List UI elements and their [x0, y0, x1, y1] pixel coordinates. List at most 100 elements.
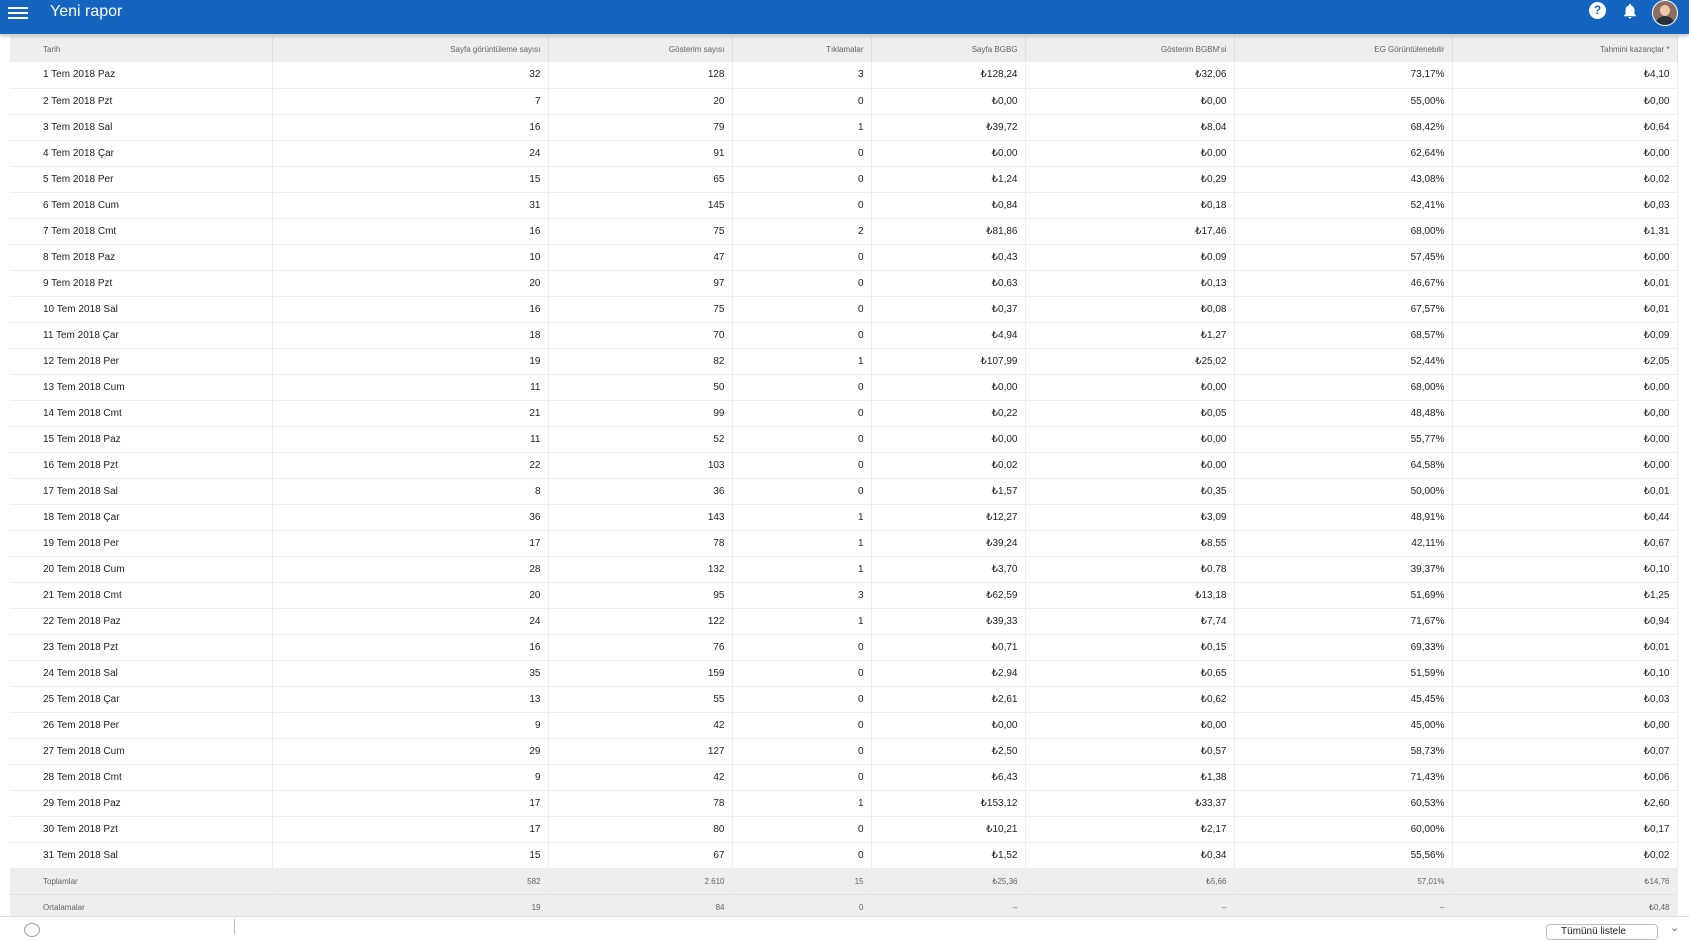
- table-row: 3 Tem 2018 Sal 16 79 1 ₺39,72 ₺8,04 68,42% ₺0,6…: [10, 114, 1678, 140]
- value-cell: ₺8,55: [1025, 530, 1235, 556]
- value-cell: 0: [732, 842, 872, 868]
- column-header[interactable]: Sayfa görüntüleme sayısı: [272, 36, 549, 62]
- value-cell: 22: [272, 452, 549, 478]
- value-cell: 75: [548, 218, 733, 244]
- value-cell: 50: [548, 374, 733, 400]
- value-cell: 36: [548, 478, 733, 504]
- value-cell: 1: [732, 790, 872, 816]
- table-row: 23 Tem 2018 Pzt 16 76 0 ₺0,71 ₺0,15 69,33% ₺0,0…: [10, 634, 1678, 660]
- value-cell: ₺3,70: [871, 556, 1026, 582]
- value-cell: 159: [548, 660, 733, 686]
- value-cell: ₺4,94: [871, 322, 1026, 348]
- value-cell: ₺4,10: [1452, 62, 1678, 88]
- column-header[interactable]: Gösterim BGBM'si: [1025, 36, 1235, 62]
- bell-icon[interactable]: [1621, 1, 1639, 21]
- value-cell: 48,91%: [1234, 504, 1453, 530]
- value-cell: 0: [732, 88, 872, 114]
- value-cell: 127: [548, 738, 733, 764]
- value-cell: ₺13,18: [1025, 582, 1235, 608]
- value-cell: ₺12,27: [871, 504, 1026, 530]
- value-cell: ₺0,01: [1452, 270, 1678, 296]
- value-cell: 19: [272, 348, 549, 374]
- value-cell: 31: [272, 192, 549, 218]
- value-cell: ₺0,94: [1452, 608, 1678, 634]
- value-cell: ₺0,71: [871, 634, 1026, 660]
- totals-cell: ₺25,36: [871, 868, 1026, 894]
- totals-cell: ₺5,66: [1025, 868, 1235, 894]
- date-cell: 30 Tem 2018 Pzt: [10, 816, 273, 842]
- table-row: 28 Tem 2018 Cmt 9 42 0 ₺6,43 ₺1,38 71,43% ₺0,06: [10, 764, 1678, 790]
- table-row: 24 Tem 2018 Sal 35 159 0 ₺2,94 ₺0,65 51,59% ₺0,…: [10, 660, 1678, 686]
- table-row: 29 Tem 2018 Paz 17 78 1 ₺153,12 ₺33,37 60,53% ₺…: [10, 790, 1678, 816]
- value-cell: 55: [548, 686, 733, 712]
- value-cell: ₺0,00: [871, 426, 1026, 452]
- value-cell: 76: [548, 634, 733, 660]
- value-cell: ₺0,03: [1452, 192, 1678, 218]
- column-header[interactable]: Tarih: [10, 36, 273, 62]
- table-row: 12 Tem 2018 Per 19 82 1 ₺107,99 ₺25,02 52,44% ₺…: [10, 348, 1678, 374]
- totals-row: Toplamlar 582 2.610 15 ₺25,36 ₺5,66 57,01% ₺14,…: [10, 868, 1678, 894]
- report-table: Tarih Sayfa görüntüleme sayısı Gösterim sa…: [10, 36, 1678, 921]
- table-row: 25 Tem 2018 Çar 13 55 0 ₺2,61 ₺0,62 45,45% ₺0,0…: [10, 686, 1678, 712]
- value-cell: 45,00%: [1234, 712, 1453, 738]
- value-cell: ₺0,06: [1452, 764, 1678, 790]
- totals-cell: 57,01%: [1234, 868, 1453, 894]
- totals-cell: ₺14,76: [1452, 868, 1678, 894]
- value-cell: 65: [548, 166, 733, 192]
- value-cell: 46,67%: [1234, 270, 1453, 296]
- value-cell: 57,45%: [1234, 244, 1453, 270]
- value-cell: 17: [272, 790, 549, 816]
- value-cell: 78: [548, 530, 733, 556]
- value-cell: 69,33%: [1234, 634, 1453, 660]
- column-header[interactable]: EG Görüntülenebilir: [1234, 36, 1453, 62]
- value-cell: ₺6,43: [871, 764, 1026, 790]
- avatar-shirt: [1655, 16, 1675, 25]
- table-row: 27 Tem 2018 Cum 29 127 0 ₺2,50 ₺0,57 58,73% ₺0,…: [10, 738, 1678, 764]
- value-cell: ₺1,25: [1452, 582, 1678, 608]
- value-cell: 16: [272, 114, 549, 140]
- value-cell: ₺0,01: [1452, 478, 1678, 504]
- value-cell: ₺0,65: [1025, 660, 1235, 686]
- value-cell: ₺0,01: [1452, 634, 1678, 660]
- value-cell: ₺32,06: [1025, 62, 1235, 88]
- value-cell: 0: [732, 400, 872, 426]
- value-cell: 47: [548, 244, 733, 270]
- value-cell: 62,64%: [1234, 140, 1453, 166]
- column-header[interactable]: Sayfa BGBG: [871, 36, 1026, 62]
- value-cell: ₺2,60: [1452, 790, 1678, 816]
- show-all-button[interactable]: Tümünü listele: [1546, 924, 1658, 940]
- divider: [234, 919, 235, 934]
- value-cell: 24: [272, 140, 549, 166]
- value-cell: ₺0,00: [1452, 88, 1678, 114]
- avatar[interactable]: [1652, 0, 1678, 26]
- menu-icon[interactable]: [8, 4, 28, 22]
- table-row: 6 Tem 2018 Cum 31 145 0 ₺0,84 ₺0,18 52,41% ₺0,0…: [10, 192, 1678, 218]
- value-cell: 13: [272, 686, 549, 712]
- value-cell: ₺0,34: [1025, 842, 1235, 868]
- table-row: 31 Tem 2018 Sal 15 67 0 ₺1,52 ₺0,34 55,56% ₺0,0…: [10, 842, 1678, 868]
- column-header[interactable]: Tıklamalar: [732, 36, 872, 62]
- table-row: 22 Tem 2018 Paz 24 122 1 ₺39,33 ₺7,74 71,67% ₺0…: [10, 608, 1678, 634]
- value-cell: 0: [732, 374, 872, 400]
- value-cell: 1: [732, 348, 872, 374]
- table-row: 18 Tem 2018 Çar 36 143 1 ₺12,27 ₺3,09 48,91% ₺0…: [10, 504, 1678, 530]
- value-cell: 11: [272, 374, 549, 400]
- value-cell: 21: [272, 400, 549, 426]
- value-cell: 42,11%: [1234, 530, 1453, 556]
- expand-icon[interactable]: ⌄: [1670, 921, 1679, 934]
- value-cell: ₺3,09: [1025, 504, 1235, 530]
- value-cell: ₺0,00: [871, 140, 1026, 166]
- help-icon[interactable]: ?: [1589, 2, 1606, 19]
- column-header[interactable]: Gösterim sayısı: [548, 36, 733, 62]
- value-cell: 50,00%: [1234, 478, 1453, 504]
- date-cell: 12 Tem 2018 Per: [10, 348, 273, 374]
- value-cell: 35: [272, 660, 549, 686]
- totals-cell: 582: [272, 868, 549, 894]
- value-cell: ₺0,18: [1025, 192, 1235, 218]
- value-cell: 2: [732, 218, 872, 244]
- date-cell: 29 Tem 2018 Paz: [10, 790, 273, 816]
- value-cell: 16: [272, 296, 549, 322]
- app-bar: Yeni rapor ?: [0, 0, 1689, 34]
- feedback-icon[interactable]: [24, 923, 40, 937]
- column-header[interactable]: Tahmini kazançlar *: [1452, 36, 1678, 62]
